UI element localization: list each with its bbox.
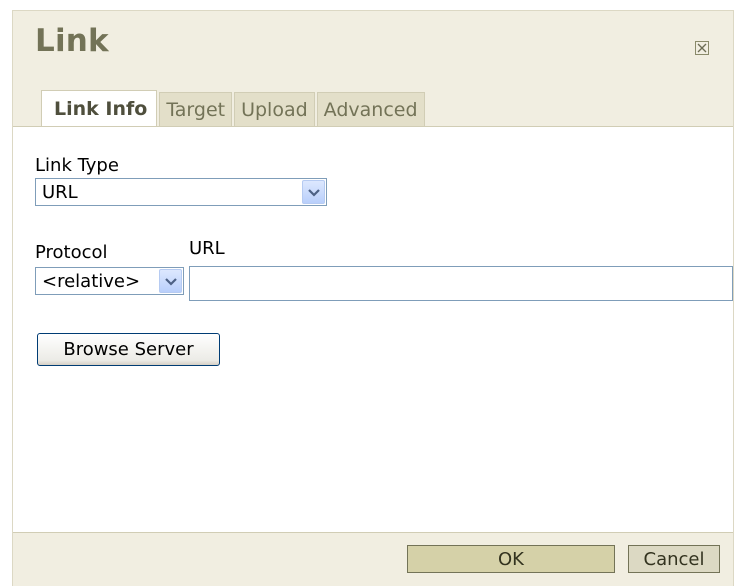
protocol-value: <relative> <box>42 271 141 292</box>
chevron-down-icon[interactable] <box>302 180 325 204</box>
tab-advanced[interactable]: Advanced <box>316 92 425 126</box>
url-input[interactable] <box>189 266 733 301</box>
tab-upload[interactable]: Upload <box>234 92 315 126</box>
browse-server-button[interactable]: Browse Server <box>37 333 220 366</box>
tab-link-info[interactable]: Link Info <box>41 90 158 126</box>
url-label: URL <box>189 238 225 259</box>
link-info-panel: Link Type URL Protocol URL <relative> Br… <box>13 126 733 533</box>
link-type-label: Link Type <box>35 155 119 176</box>
ok-button[interactable]: OK <box>407 545 615 573</box>
tab-bar: Link Info Target Upload Advanced <box>41 90 427 126</box>
close-button[interactable] <box>695 41 709 55</box>
link-type-select[interactable]: URL <box>35 178 327 206</box>
cancel-button[interactable]: Cancel <box>628 545 720 573</box>
chevron-down-icon[interactable] <box>159 269 182 293</box>
close-icon <box>697 43 707 53</box>
dialog-title: Link <box>35 23 109 59</box>
tab-target[interactable]: Target <box>159 92 233 126</box>
link-type-value: URL <box>42 182 78 203</box>
protocol-label: Protocol <box>35 242 108 263</box>
link-dialog: Link Link Info Target Upload Advanced Li… <box>12 10 734 586</box>
protocol-select[interactable]: <relative> <box>35 267 184 295</box>
